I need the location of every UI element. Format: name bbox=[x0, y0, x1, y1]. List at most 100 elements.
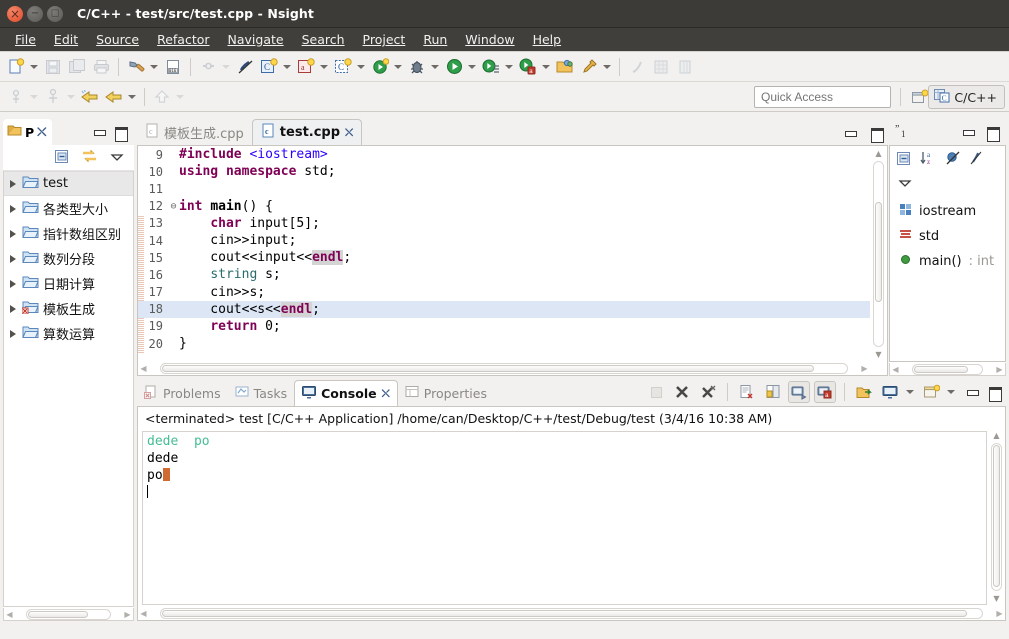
console-vscrollbar[interactable]: ▲ ▼ bbox=[989, 429, 1004, 605]
menu-source[interactable]: Source bbox=[87, 30, 148, 49]
vscroll-track[interactable] bbox=[991, 443, 1002, 591]
outline-item-std[interactable]: std bbox=[890, 224, 1005, 249]
expand-arrow-icon[interactable] bbox=[8, 304, 18, 314]
mark-occurrences-dropdown-arrow[interactable] bbox=[28, 87, 39, 107]
open-console-icon[interactable] bbox=[853, 381, 875, 403]
code-line[interactable]: 12 ⊖ int main() { bbox=[138, 198, 870, 215]
link-break-icon[interactable] bbox=[197, 56, 219, 78]
run-as-dropdown-arrow[interactable] bbox=[503, 57, 514, 77]
forward-history-icon[interactable] bbox=[103, 86, 125, 108]
debug-icon[interactable] bbox=[406, 56, 428, 78]
hscroll-thumb[interactable] bbox=[28, 610, 88, 618]
display-selected-console-icon[interactable] bbox=[879, 381, 901, 403]
code-line[interactable]: 9 #include <iostream> bbox=[138, 146, 870, 163]
back-history-icon[interactable] bbox=[79, 86, 101, 108]
editor-hscrollbar[interactable]: ◀ ▶ bbox=[138, 362, 870, 375]
pin-icon[interactable] bbox=[578, 56, 600, 78]
console-output[interactable]: dede po dede po bbox=[142, 431, 987, 605]
table-icon[interactable] bbox=[650, 56, 672, 78]
debug-as-dropdown-arrow[interactable] bbox=[540, 57, 551, 77]
sort-az-icon[interactable]: az bbox=[920, 150, 936, 169]
new-c-source-icon[interactable]: C bbox=[332, 56, 354, 78]
menu-window[interactable]: Window bbox=[456, 30, 523, 49]
scroll-left-icon[interactable]: ◀ bbox=[138, 364, 149, 373]
code-line-current[interactable]: 18 cout<<s<<endl; bbox=[138, 300, 870, 318]
collapse-all-icon[interactable] bbox=[54, 149, 69, 167]
tab-problems[interactable]: Problems bbox=[137, 380, 228, 406]
hscroll-thumb[interactable] bbox=[162, 365, 814, 372]
code-line[interactable]: 14 cin>>input; bbox=[138, 232, 870, 249]
run-as-icon[interactable] bbox=[480, 56, 502, 78]
code-line[interactable]: 19 return 0; bbox=[138, 318, 870, 335]
minimize-view-button[interactable] bbox=[93, 126, 106, 138]
tree-item-各类型大小[interactable]: 各类型大小 bbox=[4, 196, 133, 221]
vscroll-track[interactable] bbox=[873, 161, 884, 347]
minimize-editor-button[interactable] bbox=[844, 127, 857, 139]
scroll-down-icon[interactable]: ▼ bbox=[872, 348, 885, 361]
expand-arrow-icon[interactable] bbox=[8, 229, 18, 239]
maximize-view-button[interactable] bbox=[114, 126, 128, 142]
tree-item-算数运算[interactable]: 算数运算 bbox=[4, 321, 133, 346]
run-last-icon[interactable] bbox=[369, 56, 391, 78]
menu-project[interactable]: Project bbox=[354, 30, 415, 49]
close-tab-icon[interactable]: ⛌ bbox=[37, 124, 46, 140]
code-line[interactable]: 10 using namespace std; bbox=[138, 163, 870, 180]
tree-item-指针数组区别[interactable]: 指针数组区别 bbox=[4, 221, 133, 246]
no-link-icon[interactable] bbox=[234, 56, 256, 78]
menu-edit[interactable]: Edit bbox=[45, 30, 87, 49]
view-menu-icon[interactable] bbox=[110, 151, 124, 165]
scroll-down-icon[interactable]: ▼ bbox=[990, 592, 1003, 605]
run-dropdown-arrow[interactable] bbox=[466, 57, 477, 77]
terminate-all-icon[interactable] bbox=[645, 381, 667, 403]
perspective-cpp-button[interactable]: C C/C++ bbox=[928, 85, 1005, 109]
new-c-project-icon[interactable]: C bbox=[258, 56, 280, 78]
scroll-left-icon[interactable]: ◀ bbox=[138, 609, 149, 618]
remove-all-terminated-icon[interactable] bbox=[697, 381, 719, 403]
code-line[interactable]: 20 } bbox=[138, 335, 870, 352]
show-console-on-output-icon[interactable] bbox=[788, 381, 810, 403]
project-tree[interactable]: test 各类型大小 指针数组区别 数列分段 日期计算 模板生成 算数运算 bbox=[3, 171, 134, 607]
hscroll-track[interactable] bbox=[26, 608, 111, 620]
menu-refactor[interactable]: Refactor bbox=[148, 30, 218, 49]
run-icon[interactable] bbox=[443, 56, 465, 78]
build-dropdown-arrow[interactable] bbox=[148, 57, 159, 77]
new-c-project-dropdown-arrow[interactable] bbox=[281, 57, 292, 77]
debug-as-icon[interactable]: a bbox=[517, 56, 539, 78]
clear-console-icon[interactable] bbox=[736, 381, 758, 403]
column-icon[interactable] bbox=[674, 56, 696, 78]
project-explorer-hscrollbar[interactable]: ◀ ▶ bbox=[3, 608, 134, 621]
expand-arrow-icon[interactable] bbox=[8, 204, 18, 214]
maximize-editor-button[interactable] bbox=[870, 127, 884, 143]
menu-run[interactable]: Run bbox=[414, 30, 456, 49]
outline-hscrollbar[interactable]: ◀ ▶ bbox=[889, 363, 1006, 376]
minimize-console-button[interactable] bbox=[966, 386, 979, 398]
tab-模板生成-cpp[interactable]: c 模板生成.cpp bbox=[137, 119, 252, 145]
outline-list[interactable]: iostream std main() : int bbox=[889, 195, 1006, 362]
tab-project-explorer[interactable]: P ⛌ bbox=[3, 119, 52, 145]
tree-item-日期计算[interactable]: 日期计算 bbox=[4, 271, 133, 296]
close-tab-icon[interactable]: ⛌ bbox=[382, 387, 390, 401]
save-icon[interactable] bbox=[42, 56, 64, 78]
scroll-right-icon[interactable]: ▶ bbox=[122, 610, 133, 619]
hscroll-thumb[interactable] bbox=[162, 609, 967, 617]
code-line[interactable]: 16 string s; bbox=[138, 266, 870, 283]
up-icon[interactable] bbox=[151, 86, 173, 108]
toggle-mark-occurrences-icon[interactable] bbox=[5, 86, 27, 108]
minimize-window-button[interactable] bbox=[27, 5, 43, 22]
view-menu-icon[interactable] bbox=[898, 177, 912, 191]
new-file-icon[interactable] bbox=[5, 56, 27, 78]
open-folder-icon[interactable] bbox=[554, 56, 576, 78]
scroll-up-icon[interactable]: ▲ bbox=[872, 147, 885, 160]
save-all-icon[interactable] bbox=[66, 56, 88, 78]
build-config-icon[interactable]: 016 bbox=[162, 56, 184, 78]
scroll-right-icon[interactable]: ▶ bbox=[994, 365, 1005, 374]
scroll-right-icon[interactable]: ▶ bbox=[859, 364, 870, 373]
hscroll-track[interactable] bbox=[912, 363, 983, 375]
link-dropdown-arrow[interactable] bbox=[220, 57, 231, 77]
pin-dropdown-arrow[interactable] bbox=[601, 57, 612, 77]
hscroll-track[interactable] bbox=[160, 607, 983, 619]
history-dropdown-arrow[interactable] bbox=[126, 87, 137, 107]
outline-item-main[interactable]: main() : int bbox=[890, 249, 1005, 274]
tree-item-数列分段[interactable]: 数列分段 bbox=[4, 246, 133, 271]
tab-console[interactable]: Console ⛌ bbox=[294, 380, 398, 406]
